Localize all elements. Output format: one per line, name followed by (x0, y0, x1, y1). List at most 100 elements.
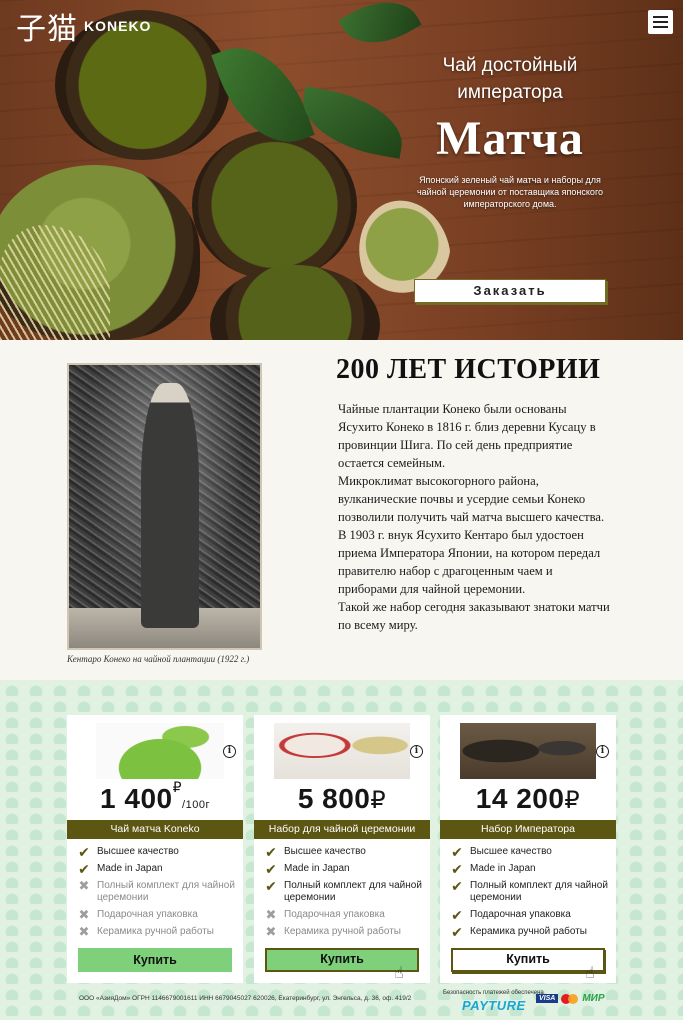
feature-item: ✔ Made in Japan (77, 861, 237, 877)
feature-item: ✔ Made in Japan (450, 861, 610, 877)
payment-note: Безопасность платежей обеспечена (443, 990, 544, 996)
hero-description: Японский зеленый чай матча и наборы для … (416, 175, 604, 209)
hand-cursor-icon: ☝ (394, 965, 404, 982)
feature-label: Высшее качество (470, 846, 552, 857)
feature-label: Керамика ручной работы (470, 926, 587, 937)
product-price: 5 800₽ (254, 783, 430, 815)
feature-item: ✖ Подарочная упаковка (77, 907, 237, 922)
legal-info: ООО «АзияДом» ОГРН 1146679001611 ИНН 667… (79, 995, 412, 1002)
tea-leaf-image (338, 0, 422, 60)
site-logo[interactable]: 子猫 KONEKO (16, 4, 151, 48)
feature-item: ✔ Керамика ручной работы (450, 924, 610, 940)
mastercard-icon (561, 993, 579, 1004)
feature-label: Высшее качество (97, 846, 179, 857)
historical-photo (67, 363, 262, 650)
product-image (96, 723, 224, 779)
history-paragraph: Чайные плантации Конеко были основаны Яс… (338, 402, 596, 470)
logo-text: KONEKO (84, 18, 152, 34)
cross-icon: ✖ (78, 878, 90, 893)
info-icon[interactable]: i (410, 745, 423, 758)
hero-title: Матча (436, 112, 584, 165)
check-icon: ✔ (451, 878, 463, 894)
check-icon: ✔ (451, 907, 463, 923)
history-paragraph: В 1903 г. внук Ясухито Кентаро был удост… (338, 528, 601, 596)
feature-label: Made in Japan (284, 863, 350, 874)
check-icon: ✔ (265, 878, 277, 894)
product-price: 1 400₽ /100г (67, 779, 243, 815)
order-button[interactable]: Заказать (414, 279, 606, 303)
history-section: Кентаро Конеко на чайной плантации (1922… (0, 340, 683, 680)
pricing-section: i 1 400₽/100г Чай матча Koneko ✔ Высшее к… (0, 680, 683, 1020)
feature-list: ✔ Высшее качество ✔ Made in Japan ✔ Полный … (450, 844, 610, 943)
currency-symbol: ₽ (172, 779, 183, 795)
feature-item: ✔ Подарочная упаковка (450, 907, 610, 923)
feature-item: ✔ Высшее качество (77, 844, 237, 860)
feature-list: ✔ Высшее качество ✔ Made in Japan ✖ Полный … (77, 844, 237, 943)
matcha-bowl-image (192, 130, 357, 280)
hero-text: Чай достойный императора Матча Японский … (400, 52, 620, 210)
check-icon: ✔ (78, 844, 90, 860)
feature-item: ✖ Подарочная упаковка (264, 907, 424, 922)
matcha-bowl-image (210, 265, 380, 340)
mir-icon: МИР (582, 993, 605, 1004)
feature-label: Высшее качество (284, 846, 366, 857)
menu-bar (653, 21, 668, 23)
feature-label: Полный комплект для чайной церемонии (470, 880, 608, 903)
buy-button[interactable]: Купить (78, 948, 232, 972)
info-icon[interactable]: i (596, 745, 609, 758)
payture-logo: PAYTURE (462, 998, 526, 1013)
info-icon[interactable]: i (223, 745, 236, 758)
feature-label: Керамика ручной работы (97, 926, 214, 937)
check-icon: ✔ (265, 844, 277, 860)
feature-item: ✔ Полный комплект для чайной церемонии (264, 878, 424, 904)
check-icon: ✔ (78, 861, 90, 877)
product-card: i 14 200₽ Набор Императора ✔ Высшее качес… (440, 715, 616, 983)
hand-cursor-icon: ☝ (585, 965, 595, 982)
cross-icon: ✖ (78, 924, 90, 939)
feature-list: ✔ Высшее качество ✔ Made in Japan ✔ Полный … (264, 844, 424, 943)
price-value: 5 800 (297, 783, 371, 814)
buy-button[interactable]: Купить (451, 948, 605, 972)
product-image (274, 723, 410, 779)
feature-item: ✔ Высшее качество (264, 844, 424, 860)
hero-tagline: Чай достойный императора (442, 55, 578, 103)
visa-icon: VISA (536, 994, 559, 1003)
price-unit: /100г (182, 799, 210, 811)
payment-systems: VISA МИР (536, 993, 605, 1004)
feature-item: ✔ Высшее качество (450, 844, 610, 860)
feature-label: Полный комплект для чайной церемонии (97, 880, 235, 903)
feature-item: ✖ Керамика ручной работы (77, 924, 237, 939)
product-price: 14 200₽ (440, 783, 616, 815)
feature-item: ✔ Полный комплект для чайной церемонии (450, 878, 610, 904)
feature-item: ✖ Керамика ручной работы (264, 925, 424, 938)
logo-kanji: 子猫 (16, 12, 78, 47)
product-card: i 5 800₽ Набор для чайной церемонии ✔ Выс… (254, 715, 430, 983)
menu-bar (653, 16, 668, 18)
feature-label: Made in Japan (97, 863, 163, 874)
check-icon: ✔ (451, 924, 463, 940)
hamburger-menu-icon[interactable] (648, 10, 673, 34)
feature-label: Керамика ручной работы (284, 926, 401, 937)
feature-label: Подарочная упаковка (97, 909, 198, 920)
hero-section: 子猫 KONEKO Чай достойный императора Матча… (0, 0, 683, 340)
cross-icon: ✖ (78, 907, 90, 922)
product-name: Набор для чайной церемонии (254, 820, 430, 839)
feature-label: Полный комплект для чайной церемонии (284, 880, 422, 903)
photo-figure (141, 383, 199, 628)
check-icon: ✔ (451, 861, 463, 877)
history-paragraph: Такой же набор сегодня заказывают знаток… (338, 600, 610, 632)
cross-icon: ✖ (265, 907, 277, 922)
check-icon: ✔ (265, 861, 277, 877)
currency-symbol: ₽ (370, 787, 387, 814)
history-paragraph: Микроклимат высокогорного района, вулкан… (338, 474, 605, 524)
product-image (460, 723, 596, 779)
price-value: 14 200 (475, 783, 565, 814)
product-name: Чай матча Koneko (67, 820, 243, 839)
price-value: 1 400 (100, 783, 173, 814)
history-text: Чайные плантации Конеко были основаны Яс… (338, 400, 613, 634)
product-card: i 1 400₽ /100г Чай матча Koneko ✔ Высшее к… (67, 715, 243, 983)
check-icon: ✔ (451, 844, 463, 860)
photo-caption: Кентаро Конеко на чайной плантации (1922… (67, 654, 250, 664)
feature-label: Подарочная упаковка (470, 909, 571, 920)
history-title: 200 ЛЕТ ИСТОРИИ (336, 354, 601, 385)
